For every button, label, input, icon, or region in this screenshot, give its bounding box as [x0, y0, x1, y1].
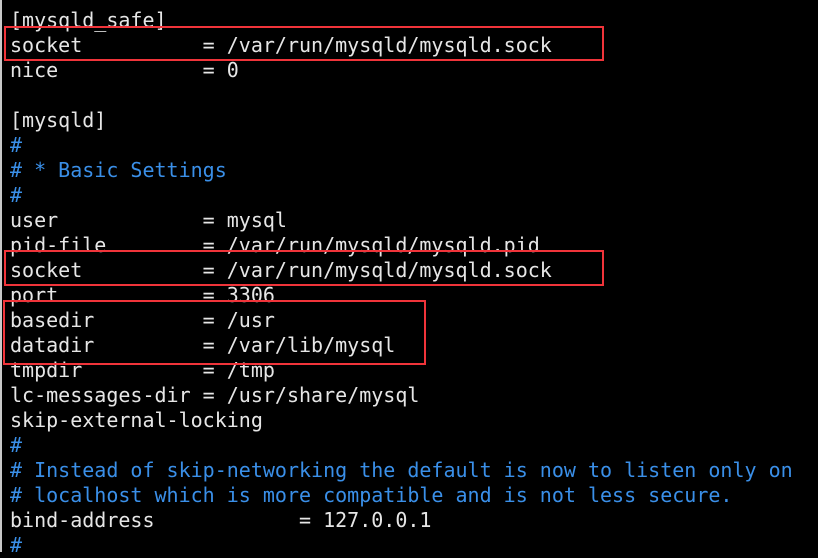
config-comment-line: #	[10, 433, 23, 457]
config-line: lc-messages-dir = /usr/share/mysql	[10, 383, 420, 407]
highlight-box-dirs	[3, 300, 426, 365]
config-line: [mysqld]	[10, 108, 107, 132]
config-comment-line: # localhost which is more compatible and…	[10, 483, 733, 507]
config-line: nice = 0	[10, 58, 239, 82]
highlight-box-mysqld-socket	[4, 250, 604, 286]
config-line	[10, 83, 793, 108]
config-comment-line: # * Basic Settings	[10, 158, 227, 182]
config-comment-line: # Instead of skip-networking the default…	[10, 458, 793, 482]
config-line: skip-external-locking	[10, 408, 263, 432]
config-comment-line: #	[10, 183, 23, 207]
window-edge	[0, 0, 2, 552]
highlight-box-safe-socket	[4, 26, 604, 61]
config-comment-line: #	[10, 533, 23, 557]
config-comment-line: #	[10, 133, 23, 157]
config-line: user = mysql	[10, 208, 287, 232]
config-line: bind-address = 127.0.0.1	[10, 508, 432, 532]
